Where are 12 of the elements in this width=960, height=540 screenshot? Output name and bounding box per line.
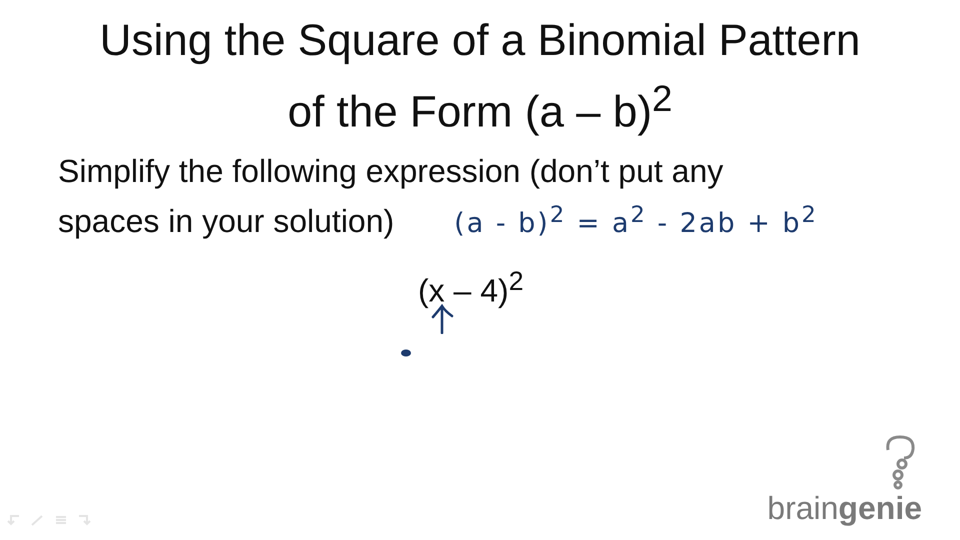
forward-arrow-icon[interactable] — [78, 514, 92, 526]
instruction-text: spaces in your solution) — [58, 202, 394, 241]
instruction-text: Simplify the following expression (don’t put any — [58, 152, 724, 191]
pen-icon[interactable] — [30, 514, 44, 526]
brand-logo-text: braingenie — [767, 490, 922, 526]
menu-icon[interactable] — [54, 514, 68, 526]
handwritten-formula: (a - b)$^{2}$ = a$^{2}$ - 2ab + b$^{2}$ — [454, 202, 818, 239]
slide-title: of the Form (a – b)$^{2}$ — [288, 77, 672, 139]
back-arrow-icon[interactable] — [6, 514, 20, 526]
slide-title: Using the Square of a Binomial Pattern — [100, 15, 860, 67]
math-expression: (x – 4)$^{2}$ — [418, 266, 524, 310]
ink-dot-icon — [400, 348, 412, 357]
